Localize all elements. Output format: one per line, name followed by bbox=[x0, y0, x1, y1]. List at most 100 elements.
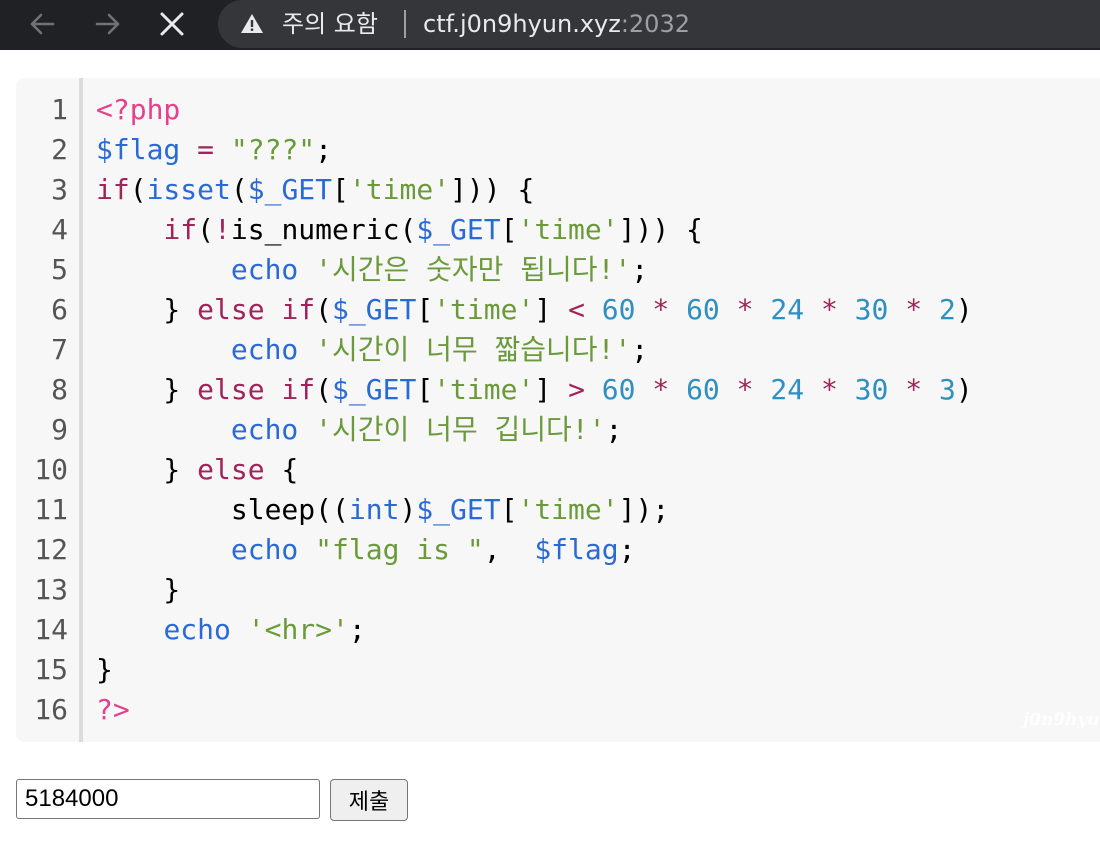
arrow-right-icon bbox=[95, 13, 120, 35]
code-line: } else { bbox=[96, 450, 973, 490]
code-line: echo '시간이 너무 깁니다!'; bbox=[96, 410, 973, 450]
line-number: 5 bbox=[51, 253, 68, 286]
code-token: 'time' bbox=[517, 493, 619, 526]
code-token: sleep(( bbox=[96, 493, 349, 526]
gutter-divider bbox=[79, 78, 83, 742]
line-number: 11 bbox=[34, 493, 68, 526]
code-token: <?php bbox=[96, 93, 181, 126]
code-token: $_GET bbox=[332, 373, 417, 406]
code-token: 60 bbox=[686, 373, 720, 406]
code-token: ( bbox=[315, 373, 333, 406]
code-token: ( bbox=[129, 173, 147, 206]
code-token: ] bbox=[534, 293, 569, 326]
code-token: 30 bbox=[854, 373, 889, 406]
code-token: ])) { bbox=[618, 213, 703, 246]
close-icon bbox=[160, 12, 184, 36]
line-number: 1 bbox=[51, 93, 68, 126]
warning-triangle-icon[interactable] bbox=[240, 12, 264, 36]
code-line: <?php bbox=[96, 90, 973, 130]
code-token: [ bbox=[416, 373, 434, 406]
code-token: { bbox=[264, 453, 299, 486]
code-line: $flag = "???"; bbox=[96, 130, 973, 170]
address-bar[interactable]: 주의 요함 ctf.j0n9hyun.xyz:2032 bbox=[218, 0, 1100, 48]
code-token: if bbox=[96, 173, 130, 206]
code-token: ] bbox=[534, 373, 569, 406]
url-text[interactable]: ctf.j0n9hyun.xyz:2032 bbox=[423, 9, 690, 39]
code-token: 60 bbox=[601, 373, 636, 406]
code-line: } bbox=[96, 650, 973, 690]
code-token: 'time' bbox=[517, 213, 619, 246]
code-line: sleep((int)$_GET['time']); bbox=[96, 490, 973, 530]
code-token: $_GET bbox=[416, 493, 501, 526]
code-token: ; bbox=[348, 613, 366, 646]
code-line: } else if($_GET['time'] < 60 * 60 * 24 *… bbox=[96, 290, 972, 330]
code-line: } bbox=[96, 570, 973, 610]
code-token: ])) { bbox=[450, 173, 535, 206]
code-token: } bbox=[96, 653, 113, 686]
code-token: } bbox=[96, 373, 198, 406]
code-token: 30 bbox=[854, 293, 889, 326]
address-bar-separator bbox=[404, 10, 406, 38]
code-token: else bbox=[197, 453, 265, 486]
time-input[interactable] bbox=[16, 779, 320, 819]
code-token: ]); bbox=[618, 493, 670, 526]
code-token: , bbox=[483, 533, 535, 566]
back-button[interactable] bbox=[24, 6, 60, 42]
arrow-left-icon bbox=[30, 13, 55, 35]
code-token: * bbox=[820, 373, 838, 406]
url-host: ctf.j0n9hyun.xyz bbox=[423, 10, 621, 38]
code-line: echo "flag is ", $flag; bbox=[96, 530, 973, 570]
line-number: 10 bbox=[34, 453, 68, 486]
code-token: '시간이 너무 깁니다!' bbox=[315, 413, 606, 446]
code-token: 24 bbox=[770, 293, 805, 326]
browser-toolbar: 주의 요함 ctf.j0n9hyun.xyz:2032 bbox=[0, 0, 1100, 50]
code-line: ?> bbox=[96, 690, 973, 730]
php-source-code: <?php $flag = "???"; if(isset($_GET['time'… bbox=[96, 90, 973, 730]
code-token: ( bbox=[315, 293, 333, 326]
code-token: [ bbox=[332, 173, 349, 206]
code-token: echo bbox=[230, 333, 299, 366]
security-status-label[interactable]: 주의 요함 bbox=[282, 9, 378, 39]
code-token: echo bbox=[230, 253, 299, 286]
code-token: 60 bbox=[686, 293, 720, 326]
submit-button[interactable]: 제출 bbox=[330, 779, 408, 821]
code-token: ; bbox=[618, 533, 636, 566]
code-token: [ bbox=[500, 493, 518, 526]
code-token: = bbox=[197, 133, 215, 166]
stop-loading-button[interactable] bbox=[154, 6, 190, 42]
line-number: 3 bbox=[51, 173, 68, 206]
code-token: else bbox=[197, 293, 265, 326]
forward-button[interactable] bbox=[90, 6, 126, 42]
code-token: * bbox=[820, 293, 838, 326]
code-token: ; bbox=[631, 253, 649, 286]
code-token: ; bbox=[631, 333, 649, 366]
url-port: :2032 bbox=[620, 10, 690, 38]
code-line: if(!is_numeric($_GET['time'])) { bbox=[96, 210, 973, 250]
code-token: 3 bbox=[938, 373, 956, 406]
line-number-gutter: 1 2 3 4 5 6 7 8 9 10 11 12 13 14 15 16 bbox=[16, 90, 68, 730]
code-token: ; bbox=[605, 413, 623, 446]
code-line: echo '시간은 숫자만 됩니다!'; bbox=[96, 250, 973, 290]
code-token: $_GET bbox=[416, 213, 501, 246]
code-token: $flag bbox=[96, 133, 181, 166]
